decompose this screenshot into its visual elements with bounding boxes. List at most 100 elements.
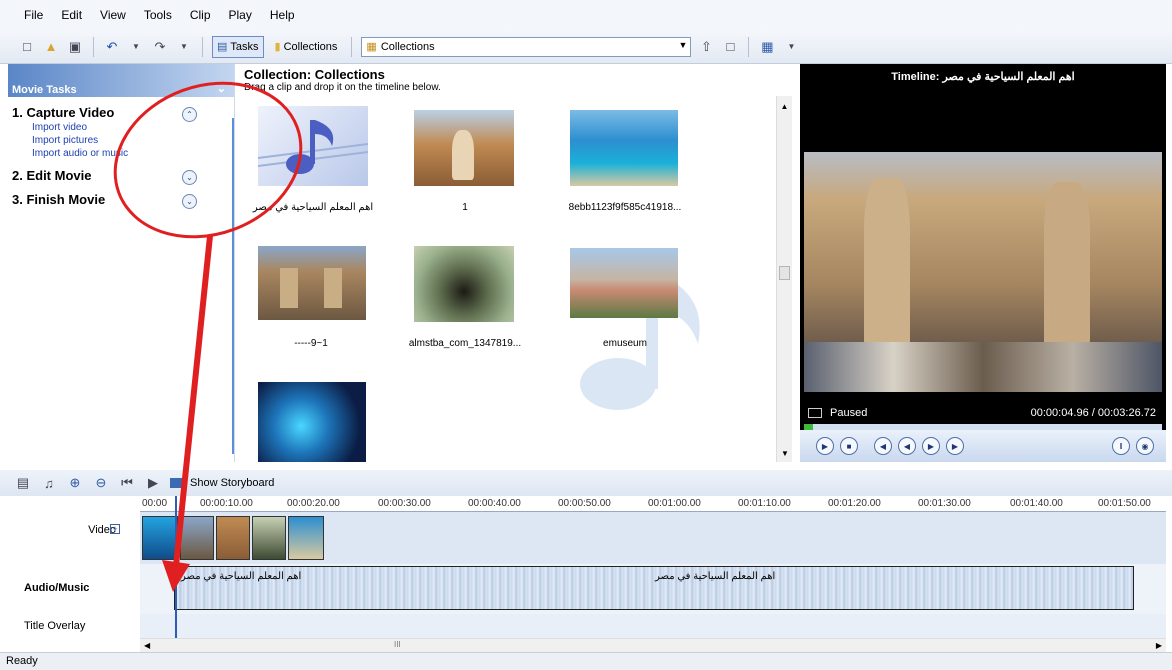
redo-dropdown-icon[interactable]: ▼ [175, 38, 193, 56]
view-dropdown-icon[interactable]: ▼ [782, 38, 800, 56]
movie-tasks-pane: Movie Tasks ⌄ 1. Capture Video ⌃ Import … [8, 64, 235, 462]
clip-label: 1 [462, 202, 468, 213]
ruler-tick: 00:01:50.00 [1098, 498, 1151, 509]
open-folder-icon[interactable]: ▲ [42, 38, 60, 56]
scroll-thumb[interactable] [779, 266, 790, 280]
zoom-out-icon[interactable]: ⊖ [92, 474, 110, 492]
redo-icon[interactable]: ↷ [151, 38, 169, 56]
video-clip[interactable] [288, 516, 324, 560]
zoom-in-icon[interactable]: ⊕ [66, 474, 84, 492]
next-frame-icon[interactable]: ▶ [946, 437, 964, 455]
statue-image [864, 178, 910, 348]
snapshot-icon[interactable]: ◉ [1136, 437, 1154, 455]
toolbar-separator [351, 36, 353, 57]
menu-edit[interactable]: Edit [61, 8, 82, 22]
statue-image [452, 130, 474, 180]
task-title[interactable]: 2. Edit Movie [12, 166, 234, 184]
storyboard-toggle[interactable]: Show Storyboard [170, 477, 274, 489]
collection-dropdown[interactable]: ▦ Collections ▼ [361, 36, 692, 57]
new-folder-icon[interactable]: □ [721, 38, 739, 56]
rewind-icon[interactable]: ◀ [898, 437, 916, 455]
timeline-toolbar: ▤ ♫ ⊕ ⊖ ⏮ ▶ Show Storyboard [0, 470, 1172, 496]
toolbar-separator [202, 36, 203, 57]
clip-thumbnail[interactable] [258, 246, 366, 320]
audio-clip-label: اهم المعلم السياحية في مصر [181, 571, 302, 582]
task-title[interactable]: 1. Capture Video [12, 103, 234, 121]
clip-thumbnail[interactable] [258, 382, 366, 462]
ruler-tick: 00:01:40.00 [1010, 498, 1063, 509]
audio-track[interactable]: اهم المعلم السياحية في مصر اهم المعلم ال… [140, 564, 1166, 614]
scroll-thumb-label: III [394, 640, 401, 649]
menu-tools[interactable]: Tools [144, 8, 172, 22]
play-timeline-icon[interactable]: ▶ [144, 474, 162, 492]
timeline-ruler[interactable]: 00:00 00:00:10.00 00:00:20.00 00:00:30.0… [140, 496, 1166, 512]
playback-status: Paused [830, 407, 868, 419]
statue-image [1044, 182, 1090, 348]
task-title[interactable]: 3. Finish Movie [12, 190, 234, 208]
video-clip[interactable] [216, 516, 250, 560]
menu-view[interactable]: View [100, 8, 126, 22]
collapse-icon[interactable]: ⌃ [182, 107, 197, 122]
scroll-left-icon[interactable]: ◀ [144, 641, 150, 650]
play-icon[interactable]: ▶ [816, 437, 834, 455]
scroll-right-icon[interactable]: ▶ [1156, 641, 1162, 650]
task-finish-movie: 3. Finish Movie ⌄ [8, 190, 234, 209]
clip-thumbnail[interactable] [258, 106, 368, 186]
ruler-tick: 00:01:10.00 [738, 498, 791, 509]
forward-icon[interactable]: ▶ [922, 437, 940, 455]
collections-button[interactable]: ▮ Collections [270, 36, 343, 58]
task-edit-movie: 2. Edit Movie ⌄ [8, 166, 234, 185]
expand-icon[interactable]: ⌄ [182, 194, 197, 209]
menu-clip[interactable]: Clip [190, 8, 211, 22]
status-bar: Ready [0, 652, 1172, 670]
video-clip[interactable] [180, 516, 214, 560]
video-track[interactable] [140, 512, 1166, 564]
tasks-button[interactable]: ▤ Tasks [212, 35, 264, 58]
clip-label: almstba_com_1347819... [408, 338, 522, 349]
pane-divider [232, 118, 234, 454]
ruler-tick: 00:00:20.00 [287, 498, 340, 509]
clip-thumbnail[interactable] [414, 110, 514, 186]
statue-image [280, 268, 298, 308]
video-clip[interactable] [252, 516, 286, 560]
playhead-line[interactable] [175, 496, 177, 638]
scroll-up-icon[interactable]: ▲ [777, 96, 792, 111]
clip-thumbnail[interactable] [570, 110, 678, 186]
save-icon[interactable]: ▣ [66, 38, 84, 56]
collection-subtitle: Drag a clip and drop it on the timeline … [244, 82, 441, 93]
collection-scrollbar[interactable]: ▲ ▼ [776, 96, 792, 462]
timeline-scrollbar[interactable]: ◀ III ▶ [140, 638, 1166, 652]
previous-frame-icon[interactable]: ◀ [874, 437, 892, 455]
stop-icon[interactable]: ■ [840, 437, 858, 455]
expand-icon[interactable]: ⌄ [182, 170, 197, 185]
new-project-icon[interactable]: □ [18, 38, 36, 56]
collection-pane: Collection: Collections Drag a clip and … [238, 64, 792, 462]
preview-monitor: Timeline: اهم المعلم السياحية في مصر Pau… [800, 64, 1166, 462]
undo-dropdown-icon[interactable]: ▼ [127, 38, 145, 56]
playback-time: 00:00:04.96 / 00:03:26.72 [1030, 407, 1156, 419]
up-level-icon[interactable]: ⇧ [697, 38, 715, 56]
rewind-timeline-icon[interactable]: ⏮ [118, 474, 136, 492]
view-options-icon[interactable]: ▦ [758, 38, 776, 56]
audio-clip[interactable]: اهم المعلم السياحية في مصر اهم المعلم ال… [174, 566, 1134, 610]
title-overlay-track[interactable] [140, 614, 1166, 638]
undo-icon[interactable]: ↶ [103, 38, 121, 56]
menu-help[interactable]: Help [270, 8, 295, 22]
expand-track-icon[interactable]: + [110, 524, 120, 534]
menu-file[interactable]: File [24, 8, 43, 22]
task-capture-video: 1. Capture Video ⌃ Import video Import p… [8, 103, 234, 160]
narrate-icon[interactable]: ♫ [40, 474, 58, 492]
chevron-down-icon[interactable]: ⌄ [217, 82, 226, 95]
ruler-tick: 00:01:00.00 [648, 498, 701, 509]
set-audio-levels-icon[interactable]: ▤ [14, 474, 32, 492]
split-clip-icon[interactable]: ‖ [1112, 437, 1130, 455]
import-audio-link[interactable]: Import audio or music [12, 147, 234, 160]
clip-thumbnail[interactable] [570, 248, 678, 318]
folder-icon: ▮ [274, 41, 281, 53]
clip-thumbnail[interactable] [414, 246, 514, 322]
import-pictures-link[interactable]: Import pictures [12, 134, 234, 147]
video-clip[interactable] [142, 516, 178, 560]
scroll-down-icon[interactable]: ▼ [781, 449, 789, 458]
import-video-link[interactable]: Import video [12, 121, 234, 134]
menu-play[interactable]: Play [229, 8, 252, 22]
